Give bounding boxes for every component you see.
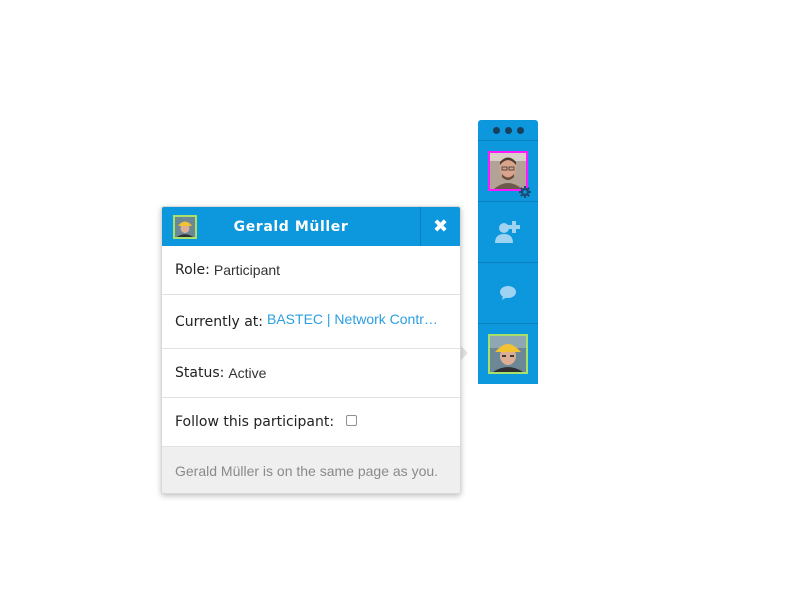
chat-bubble-icon [500,286,516,300]
popup-footer: Gerald Müller is on the same page as you… [162,447,460,493]
location-link[interactable]: BASTEC | Network Control... [267,311,445,327]
popup-avatar [173,215,197,239]
stage: Gerald Müller ✖ Role: Participant Curren… [0,0,800,600]
self-participant[interactable] [478,141,538,202]
peer-participant[interactable] [478,324,538,383]
close-button[interactable]: ✖ [420,207,460,246]
follow-checkbox[interactable] [346,415,358,426]
role-row: Role: Participant [162,246,460,295]
popup-pointer [461,346,468,360]
toolbar-menu-button[interactable] [478,120,538,141]
participant-toolbar [478,120,538,384]
add-user-icon [495,221,520,243]
role-value: Participant [213,262,281,278]
popup-header: Gerald Müller ✖ [162,207,460,246]
close-icon: ✖ [432,216,449,237]
role-label: Role: [175,262,210,278]
add-participant-button[interactable] [478,202,538,263]
status-value: Active [228,365,267,381]
chat-button[interactable] [478,263,538,324]
follow-row: Follow this participant: [162,398,460,447]
location-label: Currently at: [175,313,263,330]
ellipsis-icon [492,126,524,134]
status-row: Status: Active [162,349,460,398]
location-row: Currently at: BASTEC | Network Control..… [162,295,460,349]
follow-label: Follow this participant: [175,414,335,430]
popup-title: Gerald Müller [233,218,349,235]
status-label: Status: [175,365,225,381]
participant-popup: Gerald Müller ✖ Role: Participant Curren… [161,206,461,494]
peer-avatar[interactable] [488,333,528,374]
gear-icon[interactable] [518,185,532,199]
